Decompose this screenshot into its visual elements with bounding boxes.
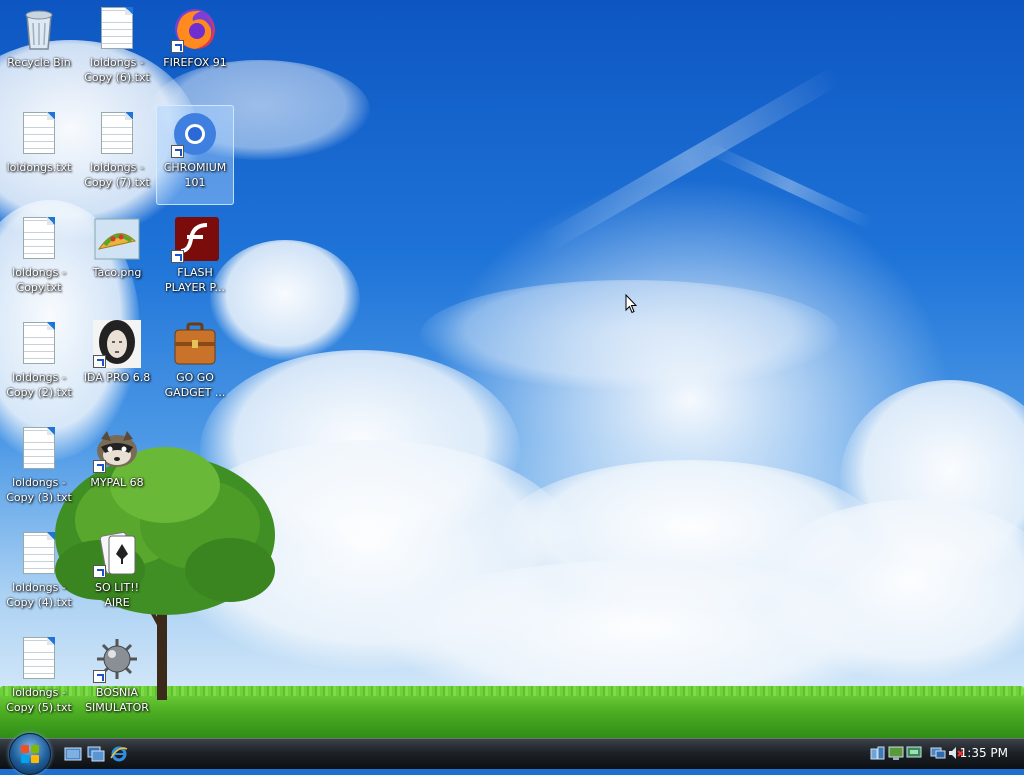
internet-explorer-icon[interactable]: [110, 745, 128, 763]
desktop-icon-solitaire[interactable]: SO LIT!! AIRE: [78, 525, 156, 625]
desktop-icon-label: loldongs - Copy (7).txt: [84, 161, 150, 189]
desktop-icon-label: MYPAL 68: [90, 476, 144, 489]
firefox-icon: [171, 5, 219, 53]
taco-image-icon: [93, 215, 141, 263]
shortcut-arrow-icon: [93, 565, 106, 578]
text-file-icon: [93, 110, 141, 158]
desktop-icon-label: Taco.png: [92, 266, 142, 279]
windows-logo-icon: [21, 745, 39, 763]
display-icon[interactable]: [930, 745, 946, 761]
desktop-icon-loldongs-txt[interactable]: loldongs.txt: [0, 105, 78, 205]
recycle-bin-icon: [15, 5, 63, 53]
desktop-icon-loldongs-copy-7[interactable]: loldongs - Copy (7).txt: [78, 105, 156, 205]
desktop-icon-label: FIREFOX 91: [163, 56, 227, 69]
clock[interactable]: 1:35 PM: [960, 746, 1008, 760]
desktop-icon-loldongs-copy-3[interactable]: loldongs - Copy (3).txt: [0, 420, 78, 520]
shortcut-arrow-icon: [93, 670, 106, 683]
mouse-cursor-icon: [625, 294, 637, 314]
desktop-icon-label: loldongs - Copy.txt: [12, 266, 66, 294]
desktop-icon-loldongs-copy-5[interactable]: loldongs - Copy (5).txt: [0, 630, 78, 730]
ida-pro-icon: [93, 320, 141, 368]
mine-icon: [93, 635, 141, 683]
desktop-icon-label: loldongs - Copy (3).txt: [6, 476, 72, 504]
shortcut-arrow-icon: [93, 355, 106, 368]
start-button[interactable]: [9, 733, 51, 775]
desktop-icon-label: loldongs - Copy (2).txt: [6, 371, 72, 399]
chromium-icon: [171, 110, 219, 158]
desktop-icon-loldongs-copy-6[interactable]: loldongs - Copy (6).txt: [78, 0, 156, 100]
shortcut-arrow-icon: [171, 145, 184, 158]
raccoon-icon: [93, 425, 141, 473]
desktop-icon-label: GO GO GADGET ...: [164, 371, 226, 399]
desktop-icon-label: loldongs.txt: [6, 161, 72, 174]
playing-cards-icon: [93, 530, 141, 578]
switch-windows-icon[interactable]: [87, 745, 105, 763]
desktop-icon-recycle-bin[interactable]: Recycle Bin: [0, 0, 78, 100]
desktop-icon-label: FLASH PLAYER P...: [165, 266, 225, 294]
desktop-icon-go-go-gadget[interactable]: GO GO GADGET ...: [156, 315, 234, 415]
shortcut-arrow-icon: [171, 40, 184, 53]
desktop-icon-ida-pro[interactable]: IDA PRO 6.8: [78, 315, 156, 415]
desktop-icon-label: loldongs - Copy (4).txt: [6, 581, 72, 609]
text-file-icon: [93, 5, 141, 53]
desktop-icon-label: loldongs - Copy (6).txt: [84, 56, 150, 84]
flash-player-icon: [171, 215, 219, 263]
desktop-icon-bosnia-simulator[interactable]: BOSNIA SIMULATOR: [78, 630, 156, 730]
network-icon[interactable]: [906, 745, 922, 761]
network-icon[interactable]: [870, 745, 886, 761]
desktop-icon-loldongs-copy-2[interactable]: loldongs - Copy (2).txt: [0, 315, 78, 415]
text-file-icon: [15, 320, 63, 368]
desktop-icon-label: IDA PRO 6.8: [83, 371, 151, 384]
network-icon[interactable]: [888, 745, 904, 761]
text-file-icon: [15, 635, 63, 683]
taskbar: 1:35 PM: [0, 733, 1024, 775]
desktop-icon-taco-png[interactable]: Taco.png: [78, 210, 156, 310]
desktop-icon-label: CHROMIUM 101: [163, 161, 227, 189]
desktop-icon-label: loldongs - Copy (5).txt: [6, 686, 72, 714]
text-file-icon: [15, 215, 63, 263]
system-tray: 1:35 PM: [854, 739, 1024, 769]
desktop-icon-label: Recycle Bin: [7, 56, 71, 69]
desktop-icon-mypal[interactable]: MYPAL 68: [78, 420, 156, 520]
text-file-icon: [15, 110, 63, 158]
desktop-icon-loldongs-copy[interactable]: loldongs - Copy.txt: [0, 210, 78, 310]
briefcase-icon: [171, 320, 219, 368]
desktop-icon-firefox[interactable]: FIREFOX 91: [156, 0, 234, 100]
desktop-icon-flash-player[interactable]: FLASH PLAYER P...: [156, 210, 234, 310]
shortcut-arrow-icon: [171, 250, 184, 263]
desktop-icon-chromium[interactable]: CHROMIUM 101: [156, 105, 234, 205]
show-desktop-icon[interactable]: [64, 745, 82, 763]
shortcut-arrow-icon: [93, 460, 106, 473]
desktop-icon-loldongs-copy-4[interactable]: loldongs - Copy (4).txt: [0, 525, 78, 625]
desktop-icon-label: SO LIT!! AIRE: [94, 581, 140, 609]
desktop-icon-label: BOSNIA SIMULATOR: [85, 686, 149, 714]
text-file-icon: [15, 530, 63, 578]
text-file-icon: [15, 425, 63, 473]
